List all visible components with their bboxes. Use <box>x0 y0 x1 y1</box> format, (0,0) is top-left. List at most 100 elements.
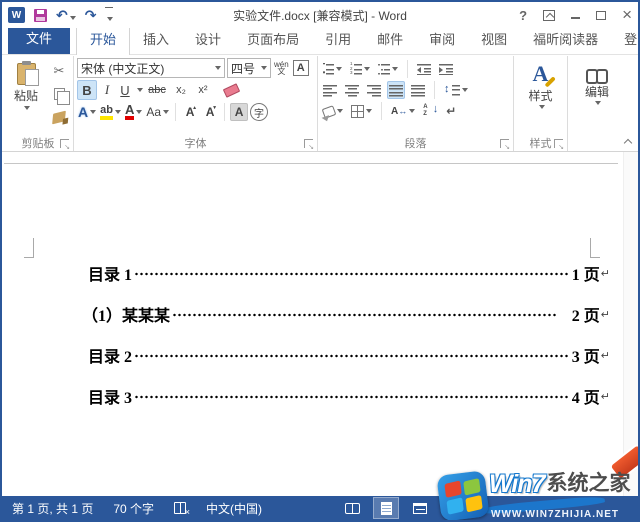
styles-group: A 样式 样式 <box>514 56 568 151</box>
paragraph-marks-icon <box>446 104 456 118</box>
shrink-font-button[interactable]: A <box>201 102 219 122</box>
save-icon[interactable] <box>34 9 47 22</box>
character-border-icon: A <box>293 60 309 76</box>
underline-caret-icon[interactable] <box>137 88 143 92</box>
text-highlight-button[interactable]: ab <box>99 104 122 121</box>
align-right-button[interactable] <box>365 81 383 99</box>
tab-review[interactable]: 审阅 <box>416 24 468 54</box>
text-effects-icon: A <box>78 104 88 120</box>
sort-icon <box>423 104 438 118</box>
sort-button[interactable] <box>421 102 440 120</box>
paragraph-group-label-text: 段落 <box>405 135 427 151</box>
font-size-combobox[interactable]: 四号 <box>227 58 271 78</box>
align-left-button[interactable] <box>321 81 339 99</box>
page-indicator[interactable]: 第 1 页, 共 1 页 <box>12 500 93 517</box>
format-painter-button[interactable] <box>48 108 70 126</box>
font-color-button[interactable]: A <box>124 103 143 121</box>
asian-layout-button[interactable] <box>389 102 417 120</box>
character-shading-button[interactable]: A <box>230 103 248 121</box>
ribbon-display-options-icon[interactable] <box>543 10 555 21</box>
multilevel-list-button[interactable] <box>376 60 400 78</box>
paragraph-group-label: 段落 <box>321 134 510 151</box>
chevron-down-icon <box>364 67 370 71</box>
toc-page-number: 2 页 <box>572 302 600 326</box>
help-button[interactable]: ? <box>519 8 527 23</box>
font-size-value: 四号 <box>231 60 255 77</box>
copy-button[interactable] <box>48 85 70 103</box>
toc-page-number: 4 页 <box>572 384 600 408</box>
minimize-button[interactable] <box>571 11 580 19</box>
tab-foxit[interactable]: 福昕阅读器 <box>520 24 611 54</box>
tab-insert[interactable]: 插入 <box>130 24 182 54</box>
tab-page-layout[interactable]: 页面布局 <box>234 24 312 54</box>
enclose-characters-button[interactable]: 字 <box>250 103 268 121</box>
grow-font-button[interactable]: A <box>181 102 199 122</box>
chevron-down-icon <box>539 105 545 109</box>
borders-button[interactable] <box>349 102 374 120</box>
bold-button[interactable]: B <box>77 80 97 100</box>
font-dialog-launcher[interactable] <box>304 139 313 148</box>
editing-button[interactable]: 编辑 <box>571 58 623 134</box>
clipboard-dialog-launcher[interactable] <box>60 139 69 148</box>
read-mode-button[interactable] <box>340 498 364 518</box>
paragraph-mark: ↵ <box>601 308 610 321</box>
maximize-button[interactable] <box>596 11 606 20</box>
font-name-combobox[interactable]: 宋体 (中文正文) <box>77 58 225 78</box>
decrease-indent-button[interactable] <box>415 60 433 78</box>
line-spacing-icon <box>444 84 460 97</box>
styles-dialog-launcher[interactable] <box>554 139 563 148</box>
undo-caret-icon[interactable] <box>70 16 76 20</box>
toc-row: 目录 23 页↵ <box>82 344 610 366</box>
word-logo-icon[interactable] <box>8 7 25 23</box>
subscript-button[interactable]: x₂ <box>171 80 191 100</box>
spell-check-icon[interactable] <box>174 502 186 514</box>
strikethrough-button[interactable]: abc <box>145 80 169 100</box>
phonetic-guide-button[interactable]: wén 文 <box>273 60 290 76</box>
align-center-button[interactable] <box>343 81 361 99</box>
italic-button[interactable]: I <box>99 80 115 100</box>
cut-button[interactable] <box>48 62 70 80</box>
show-marks-button[interactable] <box>444 102 458 120</box>
numbering-button[interactable] <box>348 60 372 78</box>
eraser-icon <box>223 83 240 97</box>
superscript-button[interactable]: x² <box>193 80 213 100</box>
clear-formatting-button[interactable] <box>215 85 240 96</box>
justify-button[interactable] <box>387 81 405 99</box>
editing-body: 编辑 <box>571 58 623 134</box>
change-case-button[interactable]: Aa <box>145 104 170 120</box>
customize-qat-button[interactable] <box>105 7 113 24</box>
undo-button[interactable] <box>56 8 76 23</box>
character-border-button[interactable]: A <box>292 59 310 77</box>
underline-button[interactable]: U <box>117 80 133 100</box>
paragraph-dialog-launcher[interactable] <box>500 139 509 148</box>
tab-design[interactable]: 设计 <box>182 24 234 54</box>
text-effects-button[interactable]: A <box>77 103 97 121</box>
paragraph-mark: ↵ <box>601 390 610 403</box>
print-layout-button[interactable] <box>374 498 398 518</box>
redo-icon[interactable] <box>85 8 97 22</box>
font-group: 宋体 (中文正文) 四号 wén 文 A <box>74 56 318 151</box>
language-indicator[interactable]: 中文(中国) <box>206 500 262 517</box>
toc-title: 目录 3 <box>88 384 132 408</box>
distribute-button[interactable] <box>409 81 427 99</box>
styles-body: A 样式 <box>517 58 564 134</box>
document-area[interactable]: 目录 11 页↵（1）某某某2 页↵目录 23 页↵目录 34 页↵ <box>2 152 638 498</box>
word-count[interactable]: 70 个字 <box>113 500 154 517</box>
line-spacing-button[interactable] <box>442 81 470 99</box>
toc-dot-leader <box>172 307 558 323</box>
paste-button[interactable]: 粘贴 <box>6 58 46 134</box>
tab-login[interactable]: 登 <box>611 24 640 54</box>
web-layout-button[interactable] <box>408 498 432 518</box>
tab-view[interactable]: 视图 <box>468 24 520 54</box>
vertical-scrollbar[interactable] <box>623 152 638 498</box>
tab-mailings[interactable]: 邮件 <box>364 24 416 54</box>
tab-references[interactable]: 引用 <box>312 24 364 54</box>
close-button[interactable] <box>622 9 632 21</box>
margin-crop-mark-left <box>24 238 34 258</box>
styles-button[interactable]: A 样式 <box>517 58 564 134</box>
bullets-button[interactable] <box>321 60 344 78</box>
collapse-ribbon-button[interactable] <box>624 137 632 145</box>
increase-indent-button[interactable] <box>437 60 455 78</box>
justify-icon <box>389 84 403 97</box>
shading-button[interactable] <box>321 102 345 120</box>
